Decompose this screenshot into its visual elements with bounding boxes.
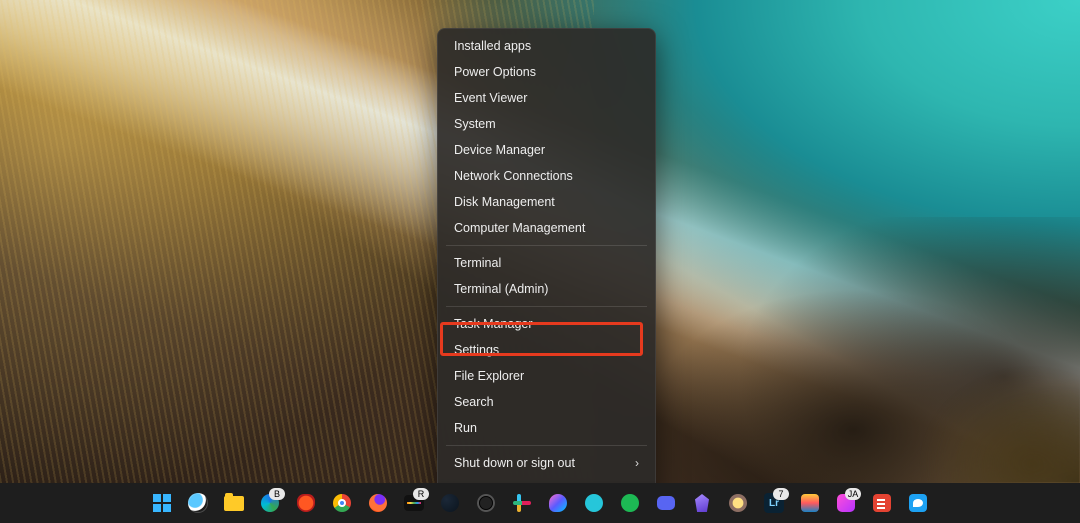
- menu-terminal[interactable]: Terminal: [442, 250, 651, 276]
- brave-icon[interactable]: [291, 488, 321, 518]
- badge: 7: [773, 488, 789, 500]
- taskbar: B R Lr7 JA: [0, 483, 1080, 523]
- menu-disk-management[interactable]: Disk Management: [442, 189, 651, 215]
- menu-settings[interactable]: Settings: [442, 337, 651, 363]
- label: Power Options: [454, 65, 536, 79]
- start-icon[interactable]: [147, 488, 177, 518]
- discord-icon[interactable]: [651, 488, 681, 518]
- label: File Explorer: [454, 369, 524, 383]
- chevron-right-icon: ›: [635, 456, 639, 470]
- label: Event Viewer: [454, 91, 527, 105]
- canva-icon[interactable]: [579, 488, 609, 518]
- onenote-icon[interactable]: JA: [831, 488, 861, 518]
- label: Installed apps: [454, 39, 531, 53]
- spotify-icon[interactable]: [615, 488, 645, 518]
- chrome-icon[interactable]: [327, 488, 357, 518]
- sumo-icon[interactable]: R: [399, 488, 429, 518]
- menu-network-connections[interactable]: Network Connections: [442, 163, 651, 189]
- wallpaper-bushes: [756, 290, 1080, 483]
- menu-task-manager[interactable]: Task Manager: [442, 311, 651, 337]
- streamlabs-icon[interactable]: [723, 488, 753, 518]
- messenger-icon[interactable]: [543, 488, 573, 518]
- label: Terminal (Admin): [454, 282, 548, 296]
- edge-icon[interactable]: B: [255, 488, 285, 518]
- label: Terminal: [454, 256, 501, 270]
- obsidian-icon[interactable]: [687, 488, 717, 518]
- menu-installed-apps[interactable]: Installed apps: [442, 33, 651, 59]
- obs-icon[interactable]: [471, 488, 501, 518]
- badge: JA: [845, 488, 861, 500]
- label: Device Manager: [454, 143, 545, 157]
- start-context-menu: Installed apps Power Options Event Viewe…: [437, 28, 656, 507]
- label: Network Connections: [454, 169, 573, 183]
- menu-power-options[interactable]: Power Options: [442, 59, 651, 85]
- file-explorer-icon[interactable]: [219, 488, 249, 518]
- menu-search[interactable]: Search: [442, 389, 651, 415]
- label: Search: [454, 395, 494, 409]
- label: Task Manager: [454, 317, 533, 331]
- badge: B: [269, 488, 285, 500]
- menu-device-manager[interactable]: Device Manager: [442, 137, 651, 163]
- menu-run[interactable]: Run: [442, 415, 651, 441]
- menu-separator: [446, 245, 647, 246]
- slack-icon[interactable]: [507, 488, 537, 518]
- menu-shutdown-signout[interactable]: Shut down or sign out ›: [442, 450, 651, 476]
- label: Settings: [454, 343, 499, 357]
- label: Computer Management: [454, 221, 585, 235]
- label: Run: [454, 421, 477, 435]
- lightroom-icon[interactable]: Lr7: [759, 488, 789, 518]
- todoist-icon[interactable]: [867, 488, 897, 518]
- menu-terminal-admin[interactable]: Terminal (Admin): [442, 276, 651, 302]
- menu-separator: [446, 306, 647, 307]
- snipaste-icon[interactable]: [795, 488, 825, 518]
- badge: R: [413, 488, 429, 500]
- label: Disk Management: [454, 195, 555, 209]
- search-icon[interactable]: [183, 488, 213, 518]
- menu-event-viewer[interactable]: Event Viewer: [442, 85, 651, 111]
- menu-separator: [446, 445, 647, 446]
- menu-computer-management[interactable]: Computer Management: [442, 215, 651, 241]
- menu-system[interactable]: System: [442, 111, 651, 137]
- label: Shut down or sign out: [454, 456, 575, 470]
- twitter-icon[interactable]: [903, 488, 933, 518]
- steam-icon[interactable]: [435, 488, 465, 518]
- firefox-icon[interactable]: [363, 488, 393, 518]
- label: System: [454, 117, 496, 131]
- menu-file-explorer[interactable]: File Explorer: [442, 363, 651, 389]
